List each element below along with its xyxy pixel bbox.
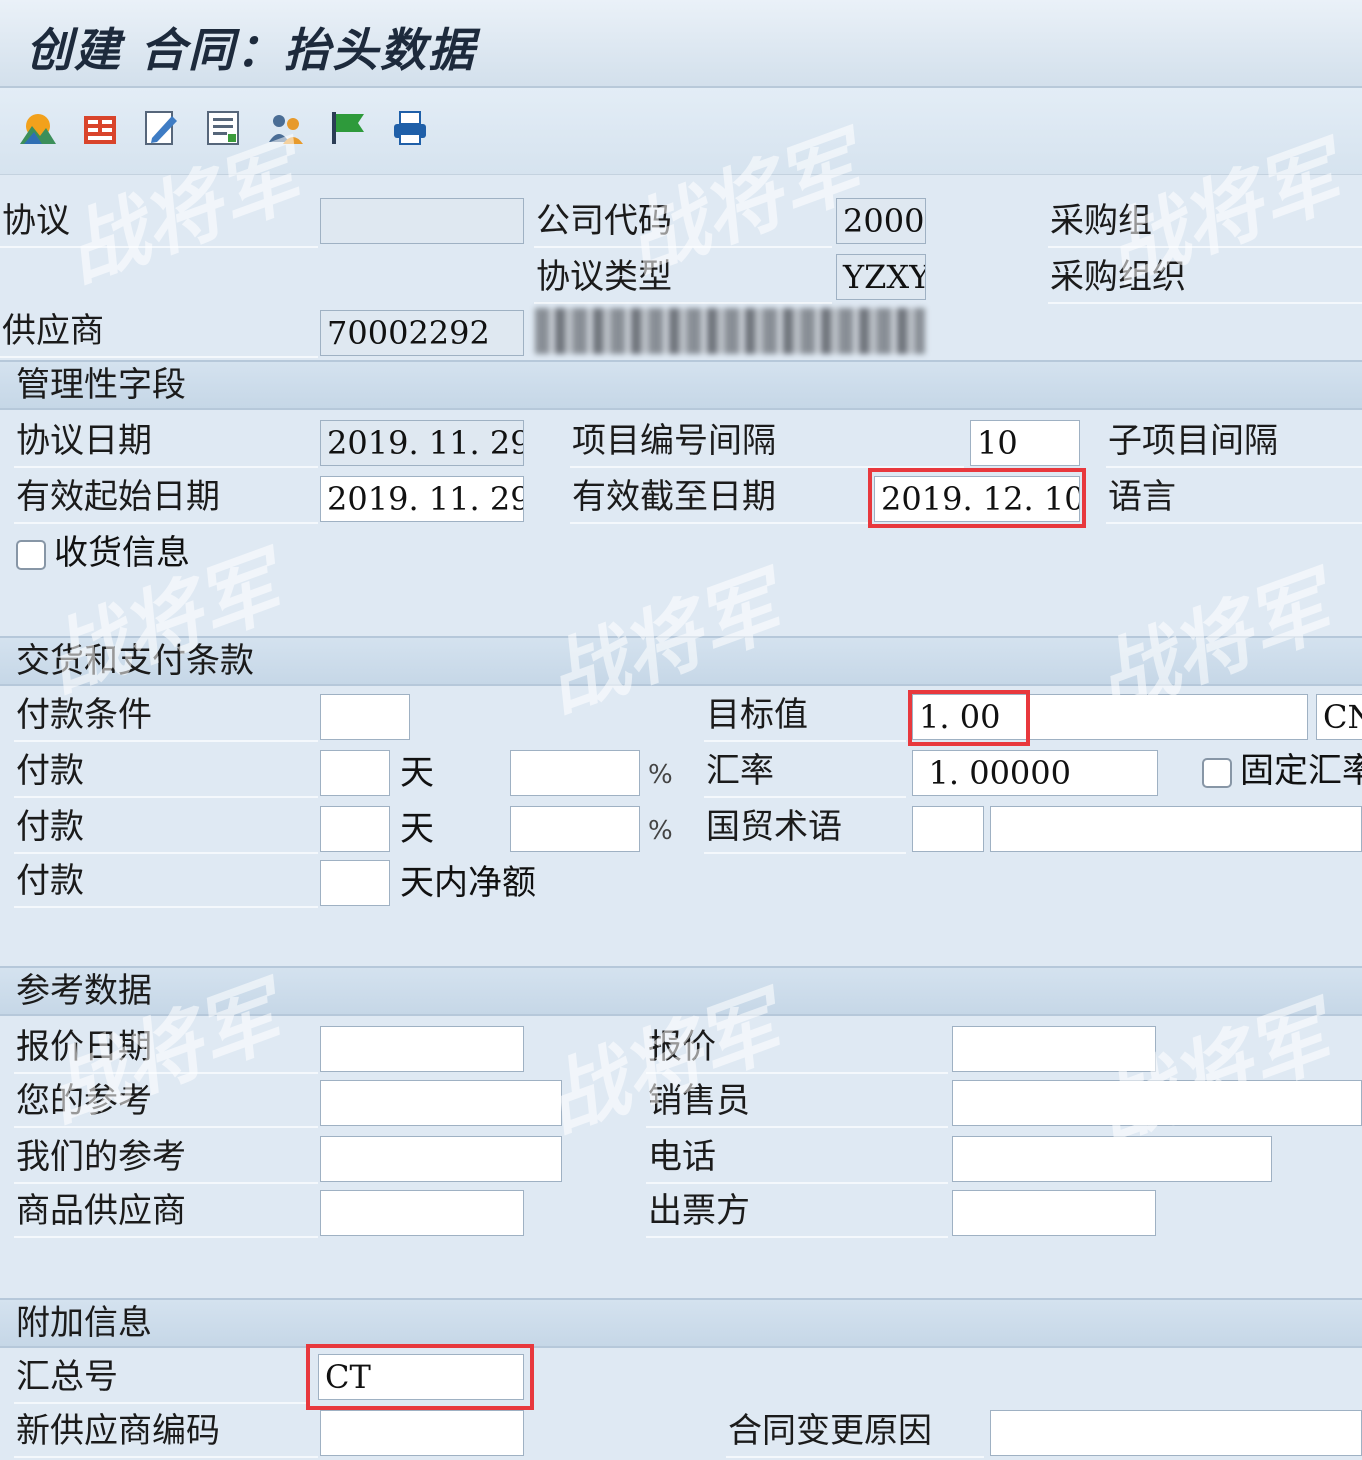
your-reference-label: 您的参考 xyxy=(14,1076,318,1128)
payment-row3-days-field[interactable] xyxy=(320,860,390,906)
exchange-rate-label: 汇率 xyxy=(704,746,906,798)
payment-row3-label: 付款 xyxy=(14,856,318,908)
salesperson-label: 销售员 xyxy=(646,1076,948,1128)
payment-row2-percent-label: % xyxy=(648,816,673,846)
language-label: 语言 xyxy=(1106,472,1362,524)
collective-no-label: 汇总号 xyxy=(14,1352,306,1404)
conditions-icon[interactable] xyxy=(80,108,120,148)
reference-section-header: 参考数据 xyxy=(0,966,1362,1016)
agreement-date-label: 协议日期 xyxy=(14,416,318,468)
change-reason-field[interactable] xyxy=(990,1410,1362,1456)
valid-from-field[interactable]: 2019. 11. 29 xyxy=(320,476,524,522)
supplying-vendor-label: 商品供应商 xyxy=(14,1186,318,1238)
target-value-label: 目标值 xyxy=(704,690,906,742)
quotation-date-field[interactable] xyxy=(320,1026,524,1072)
invoicing-party-label: 出票方 xyxy=(646,1186,948,1238)
our-reference-label: 我们的参考 xyxy=(14,1132,318,1184)
item-interval-label: 项目编号间隔 xyxy=(570,416,964,468)
additional-section-header: 附加信息 xyxy=(0,1298,1362,1348)
item-interval-field[interactable]: 10 xyxy=(970,420,1080,466)
delivery-section-header: 交货和支付条款 xyxy=(0,636,1362,686)
payment-row1-days-label: 天 xyxy=(400,753,434,793)
admin-section-title: 管理性字段 xyxy=(16,365,186,405)
target-value-highlight xyxy=(908,690,1030,746)
payment-row1-label: 付款 xyxy=(14,746,318,798)
telephone-label: 电话 xyxy=(646,1132,948,1184)
agreement-label: 协议 xyxy=(0,196,318,248)
quotation-label: 报价 xyxy=(646,1022,948,1074)
reference-section-title: 参考数据 xyxy=(16,971,152,1011)
purch-org-label: 采购组织 xyxy=(1048,252,1362,304)
window-title: 创建 合同：抬头数据 xyxy=(26,23,477,77)
incoterms-label: 国贸术语 xyxy=(704,802,906,854)
vendor-label: 供应商 xyxy=(0,306,318,358)
gr-message-checkbox[interactable] xyxy=(16,540,46,570)
change-reason-label: 合同变更原因 xyxy=(726,1406,984,1458)
salesperson-field[interactable] xyxy=(952,1080,1362,1126)
days-net-label: 天内净额 xyxy=(400,863,536,903)
payment-row2-days-label: 天 xyxy=(400,809,434,849)
quotation-date-label: 报价日期 xyxy=(14,1022,318,1074)
payment-row2-label: 付款 xyxy=(14,802,318,854)
quotation-field[interactable] xyxy=(952,1026,1156,1072)
address-icon[interactable] xyxy=(204,108,244,148)
incoterms-location-field[interactable] xyxy=(990,806,1362,852)
invoicing-party-field[interactable] xyxy=(952,1190,1156,1236)
payment-row1-percent-label: % xyxy=(648,760,673,790)
delivery-section-title: 交货和支付条款 xyxy=(16,641,254,681)
fixed-rate-checkbox[interactable] xyxy=(1202,758,1232,788)
valid-to-label: 有效截至日期 xyxy=(570,472,868,524)
payment-row1-days-field[interactable] xyxy=(320,750,390,796)
payment-row1-percent-field[interactable] xyxy=(510,750,640,796)
vendor-name-redacted xyxy=(535,308,925,354)
supplying-vendor-field[interactable] xyxy=(320,1190,524,1236)
valid-from-label: 有效起始日期 xyxy=(14,472,318,524)
additional-section-title: 附加信息 xyxy=(16,1303,152,1343)
company-code-field[interactable]: 2000 xyxy=(836,198,926,244)
company-code-label: 公司代码 xyxy=(534,196,832,248)
subitem-interval-label: 子项目间隔 xyxy=(1106,416,1362,468)
fixed-rate-label: 固定汇率 xyxy=(1240,751,1362,791)
new-vendor-code-field[interactable] xyxy=(320,1410,524,1456)
print-icon[interactable] xyxy=(390,108,430,148)
header-overview-icon[interactable] xyxy=(18,108,58,148)
admin-section-header: 管理性字段 xyxy=(0,360,1362,410)
payment-row2-percent-field[interactable] xyxy=(510,806,640,852)
agreement-type-label: 协议类型 xyxy=(534,252,832,304)
payment-row2-days-field[interactable] xyxy=(320,806,390,852)
agreement-type-field[interactable]: YZXY xyxy=(836,254,926,300)
partners-icon[interactable] xyxy=(266,108,306,148)
agreement-date-field[interactable]: 2019. 11. 29 xyxy=(320,420,524,466)
payment-terms-label: 付款条件 xyxy=(14,690,318,742)
gr-message-label: 收货信息 xyxy=(54,533,190,573)
agreement-field[interactable] xyxy=(320,198,524,244)
your-reference-field[interactable] xyxy=(320,1080,562,1126)
incoterms-code-field[interactable] xyxy=(912,806,984,852)
telephone-field[interactable] xyxy=(952,1136,1272,1182)
texts-icon[interactable] xyxy=(142,108,182,148)
collective-no-highlight xyxy=(306,1344,534,1410)
new-vendor-code-label: 新供应商编码 xyxy=(14,1406,318,1458)
valid-to-highlight xyxy=(868,468,1086,528)
vendor-field[interactable]: 70002292 xyxy=(320,310,524,356)
our-reference-field[interactable] xyxy=(320,1136,562,1182)
exchange-rate-field[interactable]: 1. 00000 xyxy=(912,750,1158,796)
currency-field[interactable]: CN xyxy=(1316,694,1362,740)
status-flag-icon[interactable] xyxy=(328,108,368,148)
payment-terms-field[interactable] xyxy=(320,694,410,740)
purch-group-label: 采购组 xyxy=(1048,196,1362,248)
